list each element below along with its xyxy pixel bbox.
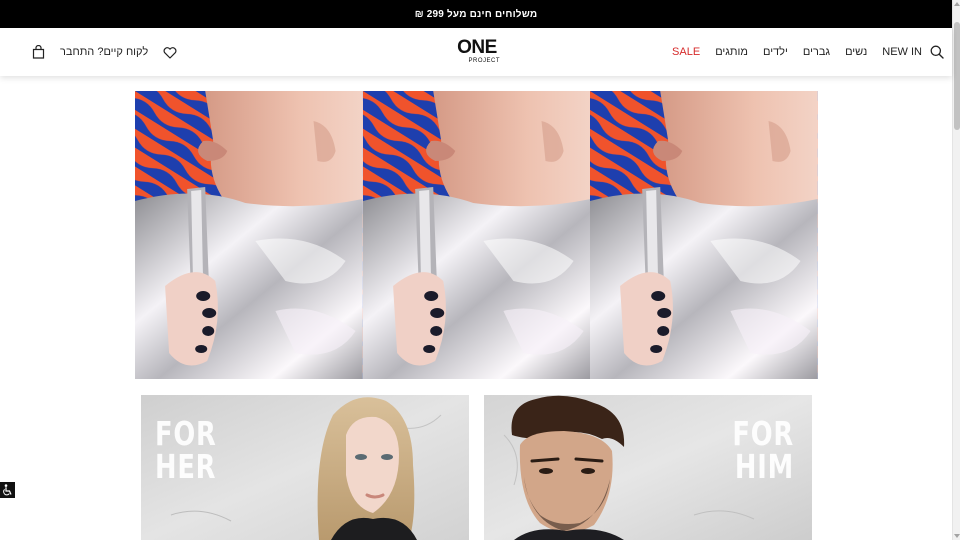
category-label-line: FOR [732,414,794,453]
logo-main-text: ONE [457,37,497,58]
main-nav: NEW IN נשים גברים ילדים מותגים SALE [672,28,922,76]
site-logo[interactable]: ONE PROJECT [452,37,502,67]
promo-bar: משלוחים חינם מעל 299 ₪ [0,0,952,28]
nav-item-brands[interactable]: מותגים [715,46,748,58]
search-icon[interactable] [930,45,944,59]
hero-image [590,91,818,379]
nav-item-sale[interactable]: SALE [672,46,700,58]
scroll-up-arrow-icon[interactable] [954,2,960,6]
accessibility-icon[interactable] [0,482,15,498]
login-link[interactable]: לקוח קיים? התחבר [60,46,148,58]
hero-image-panel [135,91,363,379]
hero-image [362,91,591,379]
heart-icon[interactable] [163,46,177,59]
category-card-men[interactable]: FOR HIM [484,395,812,540]
hero-image-panel [362,91,591,379]
promo-text: משלוחים חינם מעל 299 ₪ [414,8,538,20]
nav-item-men[interactable]: גברים [803,46,830,58]
header-tools: לקוח קיים? התחבר [32,28,177,76]
nav-item-women[interactable]: נשים [845,46,867,58]
page: משלוחים חינם מעל 299 ₪ לקוח קיים? התחבר … [0,0,960,540]
nav-item-new-in[interactable]: NEW IN [882,46,922,58]
site-header: לקוח קיים? התחבר ONE PROJECT NEW IN נשים… [0,28,952,76]
category-label-line: FOR [155,414,217,453]
category-label-men: FOR HIM [732,417,794,483]
logo-sub-text: PROJECT [468,58,500,64]
category-label-line: HER [155,447,217,486]
scrollbar-thumb[interactable] [954,22,960,130]
hero-image-panel [590,91,818,379]
category-label-women: FOR HER [155,417,217,483]
hero-banner[interactable] [135,91,818,379]
hero-image [135,91,363,379]
category-card-women[interactable]: FOR HER [141,395,469,540]
nav-item-kids[interactable]: ילדים [763,46,788,58]
page-scrollbar[interactable] [952,0,960,540]
scroll-down-arrow-icon[interactable] [954,534,960,538]
shopping-bag-icon[interactable] [32,44,45,59]
category-label-line: HIM [734,447,794,486]
